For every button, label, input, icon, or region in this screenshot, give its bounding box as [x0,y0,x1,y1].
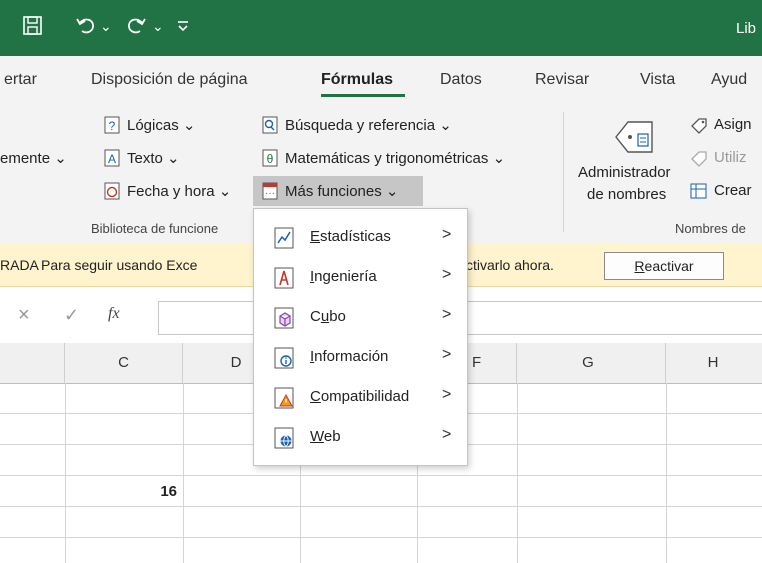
title-bar: ⌄ ⌄ Lib [0,0,762,56]
matematicas-trigonometricas-button[interactable]: Matemáticas y trigonométricas ⌄ [285,149,505,167]
grid-line [517,383,518,563]
column-header-h[interactable]: H [666,343,762,383]
tab-vista[interactable]: Vista [640,71,675,89]
information-icon [274,347,294,369]
utilizar-formula-button[interactable]: Utiliz [714,149,747,166]
name-manager-icon [612,114,658,160]
math-trig-icon: θ [262,149,278,167]
menu-item-web[interactable]: Web > [254,417,467,457]
cube-icon [274,307,294,329]
tab-disposicion[interactable]: Disposición de página [91,71,248,89]
column-header-g[interactable]: G [517,343,666,383]
grid-line [666,383,667,563]
menu-item-informacion[interactable]: Información > [254,337,467,377]
reactivar-button[interactable]: Reactivar [604,252,724,280]
menu-item-estadisticas[interactable]: Estadísticas > [254,217,467,257]
menu-item-label: Información [310,348,389,365]
web-icon [274,427,294,449]
use-in-formula-icon [690,149,707,167]
statistics-icon [274,227,294,249]
notification-prefix: RADA [0,257,39,273]
crear-seleccion-button[interactable]: Crear [714,182,752,199]
svg-text:θ: θ [267,152,274,166]
tab-formulas[interactable]: Fórmulas [321,71,393,89]
svg-text:A: A [108,152,116,166]
administrador-nombres-label-1[interactable]: Administrador [578,164,671,181]
mas-funciones-button[interactable]: Más funciones ⌄ [285,182,398,200]
svg-text:···: ··· [265,188,275,199]
undo-dropdown-icon[interactable]: ⌄ [100,18,112,35]
submenu-arrow-icon: > [442,226,452,243]
logical-icon: ? [104,116,120,134]
text-icon: A [104,149,120,167]
ribbon-tabs: ertar Disposición de página Fórmulas Dat… [0,56,762,102]
tab-datos[interactable]: Datos [440,71,482,89]
menu-item-compatibilidad[interactable]: Compatibilidad > [254,377,467,417]
fecha-hora-button[interactable]: Fecha y hora ⌄ [127,182,231,200]
column-header-c[interactable]: C [65,343,183,383]
menu-item-label: Web [310,428,341,445]
active-tab-indicator [321,94,405,97]
date-time-icon [104,182,120,200]
grid-line [0,506,762,507]
tab-insertar[interactable]: ertar [4,71,37,89]
submenu-arrow-icon: > [442,266,452,283]
menu-item-label: Compatibilidad [310,388,410,405]
submenu-arrow-icon: > [442,306,452,323]
grid-line [65,383,66,563]
busqueda-referencia-button[interactable]: Búsqueda y referencia ⌄ [285,116,452,134]
group-label-nombres: Nombres de [675,221,746,236]
engineering-icon [274,267,294,289]
texto-button[interactable]: Texto ⌄ [127,149,180,167]
undo-icon[interactable] [74,14,98,43]
grid-line [0,537,762,538]
asignar-nombre-button[interactable]: Asign [714,116,752,133]
recently-used-button[interactable]: emente ⌄ [0,149,67,167]
svg-text:?: ? [109,119,116,133]
logicas-button[interactable]: Lógicas ⌄ [127,116,195,134]
reactivar-rest: eactivar [644,258,694,274]
group-label-biblioteca: Biblioteca de funcione [91,221,219,236]
menu-item-label: Estadísticas [310,228,391,245]
administrador-nombres-label-2[interactable]: de nombres [587,186,666,203]
menu-item-cubo[interactable]: Cubo > [254,297,467,337]
insert-function-icon[interactable]: fx [108,305,120,323]
row-header-corner [0,343,65,383]
compatibility-icon [274,387,294,409]
enter-icon[interactable]: ✓ [64,305,79,326]
cell-c-value[interactable]: 16 [65,483,177,500]
create-from-selection-icon [690,182,707,199]
cancel-icon[interactable]: × [18,304,30,327]
grid-line [183,383,184,563]
lookup-icon [262,116,278,134]
define-name-icon [690,116,707,134]
redo-icon[interactable] [124,14,148,43]
menu-item-label: Cubo [310,308,346,325]
submenu-arrow-icon: > [442,346,452,363]
ribbon-separator [563,112,564,232]
tab-ayuda[interactable]: Ayud [711,71,747,89]
redo-dropdown-icon[interactable]: ⌄ [152,18,164,35]
grid-line [0,475,762,476]
notification-message-right: ctivarlo ahora. [466,257,554,273]
workbook-title: Lib [736,20,757,37]
more-functions-icon: ··· [262,182,278,200]
submenu-arrow-icon: > [442,426,452,443]
notification-message-left: Para seguir usando Exce [41,257,198,273]
menu-item-label: Ingeniería [310,268,377,285]
tab-revisar[interactable]: Revisar [535,71,589,89]
mas-funciones-menu: Estadísticas > Ingeniería > Cubo > Infor… [253,208,468,466]
reactivar-accel: R [634,258,645,274]
customize-qat-icon[interactable] [176,16,190,41]
menu-item-ingenieria[interactable]: Ingeniería > [254,257,467,297]
submenu-arrow-icon: > [442,386,452,403]
save-icon[interactable] [22,15,44,42]
